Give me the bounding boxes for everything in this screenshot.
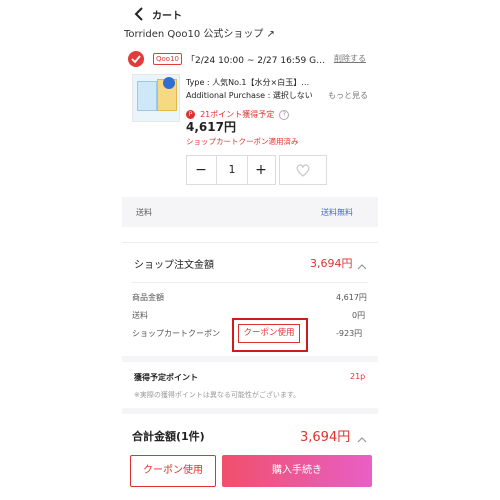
product-thumbnail[interactable] xyxy=(132,74,180,122)
breakdown-label: ショップカートクーポン xyxy=(132,329,220,338)
product-pack-image xyxy=(137,81,157,111)
product-tag-icon xyxy=(163,77,175,89)
back-button[interactable] xyxy=(132,6,146,22)
chevron-up-icon[interactable] xyxy=(356,257,368,276)
wishlist-button[interactable] xyxy=(279,155,327,185)
chevron-up-icon[interactable] xyxy=(356,430,368,449)
divider xyxy=(132,282,368,283)
page-title: カート xyxy=(152,11,182,22)
check-icon xyxy=(131,55,141,64)
sale-period: 「2/24 10:00 ~ 2/27 16:59 G… xyxy=(186,56,326,66)
help-icon[interactable]: ? xyxy=(279,109,290,120)
breakdown-value: 0円 xyxy=(352,311,366,320)
qoo10-badge: Qoo10 xyxy=(153,53,182,65)
more-link[interactable]: もっと見る xyxy=(328,90,368,101)
checkout-button[interactable]: 購入手続き xyxy=(222,455,372,487)
increase-button[interactable]: + xyxy=(247,156,275,184)
breakdown-value: -923円 xyxy=(336,329,363,338)
option-type: Type : 人気No.1【水分×白玉】… xyxy=(186,78,310,87)
quantity-stepper: − 1 + xyxy=(186,155,276,185)
item-select-checkbox[interactable] xyxy=(128,51,144,67)
points-label: 獲得予定ポイント xyxy=(134,373,198,382)
coupon-applied-note: ショップカートクーポン適用済み xyxy=(186,137,299,146)
delete-link[interactable]: 削除する xyxy=(334,53,366,64)
quantity-value[interactable]: 1 xyxy=(216,156,248,184)
breakdown-label: 商品金額 xyxy=(132,293,164,302)
grand-total-label: 合計金額(1件) xyxy=(132,430,205,443)
points-value: 21p xyxy=(350,372,366,381)
points-note: ※実際の獲得ポイントは異なる可能性がございます。 xyxy=(134,391,301,399)
shop-name-link[interactable]: Torriden Qoo10 公式ショップ ↗ xyxy=(124,25,275,40)
grand-total-amount: 3,694円 xyxy=(300,430,351,445)
chevron-left-icon xyxy=(134,7,143,21)
shop-total-amount: 3,694円 xyxy=(310,257,353,270)
coupon-button[interactable]: クーポン使用 xyxy=(130,455,216,487)
shipping-value: 送料無料 xyxy=(321,208,353,217)
cart-screen: カート Torriden Qoo10 公式ショップ ↗ Qoo10 「2/24 … xyxy=(122,0,378,500)
option-additional: Additional Purchase : 選択しない xyxy=(186,91,313,100)
heart-icon xyxy=(296,164,310,177)
breakdown-label: 送料 xyxy=(132,311,148,320)
section-gap xyxy=(122,408,378,414)
divider xyxy=(122,242,378,243)
item-price: 4,617円 xyxy=(186,120,236,134)
shipping-label: 送料 xyxy=(136,208,152,217)
decrease-button[interactable]: − xyxy=(187,156,215,184)
breakdown-value: 4,617円 xyxy=(336,293,367,302)
section-gap xyxy=(122,356,378,362)
shop-total-label: ショップ注文金額 xyxy=(134,260,214,271)
shop-coupon-button[interactable]: クーポン使用 xyxy=(238,324,300,343)
